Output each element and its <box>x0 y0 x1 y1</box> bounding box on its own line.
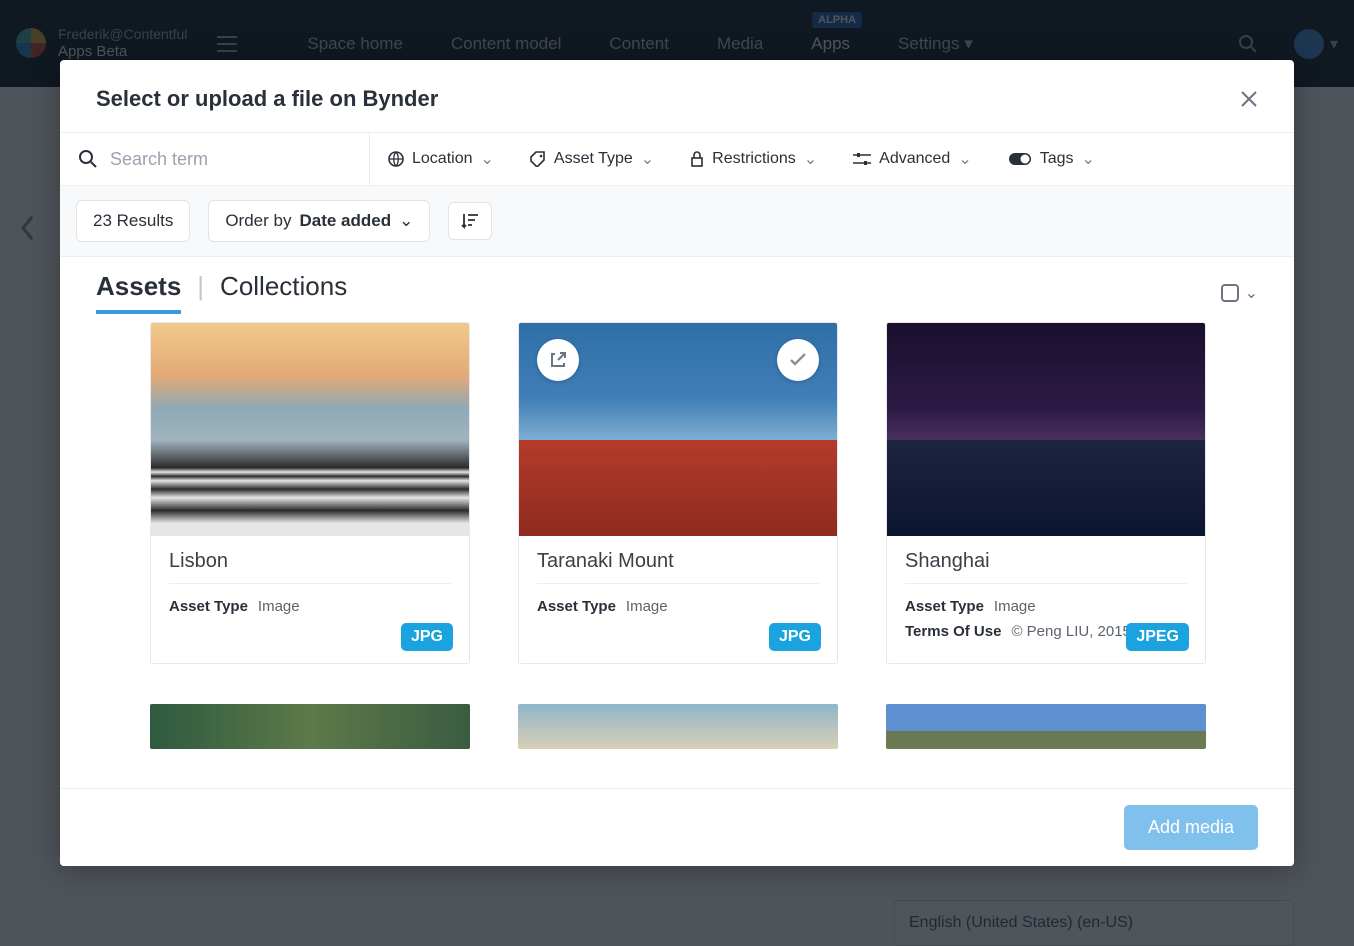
modal-footer: Add media <box>60 788 1294 866</box>
asset-grid-container: Lisbon Asset Type Image JPG <box>60 322 1294 788</box>
order-by-prefix: Order by <box>225 211 291 231</box>
chevron-down-icon: ⌄ <box>399 211 413 231</box>
asset-type-value: Image <box>994 598 1036 615</box>
asset-title: Shanghai <box>905 550 1187 584</box>
asset-thumbnail-partial[interactable] <box>150 704 470 749</box>
select-asset-button[interactable] <box>777 339 819 381</box>
format-badge: JPEG <box>1126 623 1189 651</box>
search-field[interactable] <box>70 133 370 185</box>
asset-thumbnail <box>151 323 469 536</box>
terms-value: © Peng LIU, 2015 <box>1011 623 1130 640</box>
chevron-down-icon: ⌄ <box>1082 149 1095 169</box>
lock-icon <box>690 151 704 167</box>
filter-bar: Location ⌄ Asset Type ⌄ Restrictions ⌄ A… <box>60 132 1294 186</box>
check-icon <box>789 353 807 367</box>
external-link-icon <box>549 351 567 369</box>
tabs-row: Assets | Collections ⌄ <box>60 257 1294 322</box>
search-icon <box>78 149 98 169</box>
tag-icon <box>530 151 546 167</box>
asset-card[interactable]: Shanghai Asset Type Image Terms Of Use ©… <box>886 322 1206 664</box>
results-count: 23 Results <box>76 200 190 242</box>
close-icon[interactable] <box>1240 90 1258 108</box>
filter-restrictions[interactable]: Restrictions ⌄ <box>672 133 835 185</box>
asset-type-label: Asset Type <box>169 598 248 615</box>
filter-advanced[interactable]: Advanced ⌄ <box>835 133 990 185</box>
chevron-down-icon: ⌄ <box>481 149 494 169</box>
filter-location[interactable]: Location ⌄ <box>370 133 512 185</box>
format-badge: JPG <box>769 623 821 651</box>
tab-separator: | <box>197 271 204 302</box>
asset-title: Taranaki Mount <box>537 550 819 584</box>
chevron-down-icon: ⌄ <box>958 149 971 169</box>
format-badge: JPG <box>401 623 453 651</box>
open-external-button[interactable] <box>537 339 579 381</box>
asset-grid: Lisbon Asset Type Image JPG <box>150 322 1258 664</box>
sort-direction-button[interactable] <box>448 202 492 240</box>
modal-header: Select or upload a file on Bynder <box>60 60 1294 132</box>
asset-type-label: Asset Type <box>905 598 984 615</box>
asset-thumbnail <box>887 323 1205 536</box>
asset-type-value: Image <box>626 598 668 615</box>
asset-type-value: Image <box>258 598 300 615</box>
checkbox-icon <box>1221 284 1239 302</box>
asset-title: Lisbon <box>169 550 451 584</box>
bynder-modal: Select or upload a file on Bynder Locati… <box>60 60 1294 866</box>
filter-asset-type[interactable]: Asset Type ⌄ <box>512 133 672 185</box>
chevron-down-icon: ⌄ <box>641 149 654 169</box>
filter-restrictions-label: Restrictions <box>712 150 796 168</box>
chevron-down-icon: ⌄ <box>804 149 817 169</box>
asset-card[interactable]: Lisbon Asset Type Image JPG <box>150 322 470 664</box>
globe-icon <box>388 151 404 167</box>
filter-asset-type-label: Asset Type <box>554 150 633 168</box>
filter-location-label: Location <box>412 150 473 168</box>
filter-advanced-label: Advanced <box>879 150 950 168</box>
sliders-icon <box>853 152 871 166</box>
order-by-select[interactable]: Order by Date added ⌄ <box>208 200 430 242</box>
asset-thumbnail <box>519 323 837 536</box>
select-all-dropdown[interactable]: ⌄ <box>1221 283 1258 303</box>
results-count-text: 23 Results <box>93 211 173 231</box>
filter-tags-label: Tags <box>1040 150 1074 168</box>
asset-grid-row2 <box>150 704 1258 749</box>
search-input[interactable] <box>110 149 330 170</box>
tab-collections[interactable]: Collections <box>220 271 347 310</box>
modal-title: Select or upload a file on Bynder <box>96 86 438 112</box>
tab-assets[interactable]: Assets <box>96 271 181 314</box>
terms-label: Terms Of Use <box>905 623 1001 640</box>
asset-type-label: Asset Type <box>537 598 616 615</box>
asset-thumbnail-partial[interactable] <box>886 704 1206 749</box>
asset-thumbnail-partial[interactable] <box>518 704 838 749</box>
filter-tags[interactable]: Tags ⌄ <box>990 133 1113 185</box>
results-bar: 23 Results Order by Date added ⌄ <box>60 186 1294 257</box>
order-by-value: Date added <box>299 211 391 231</box>
chevron-down-icon: ⌄ <box>1245 283 1258 303</box>
tabs: Assets | Collections <box>96 271 347 314</box>
add-media-button[interactable]: Add media <box>1124 805 1258 850</box>
asset-card[interactable]: Taranaki Mount Asset Type Image JPG <box>518 322 838 664</box>
sort-icon <box>461 213 479 229</box>
toggle-icon <box>1008 152 1032 166</box>
